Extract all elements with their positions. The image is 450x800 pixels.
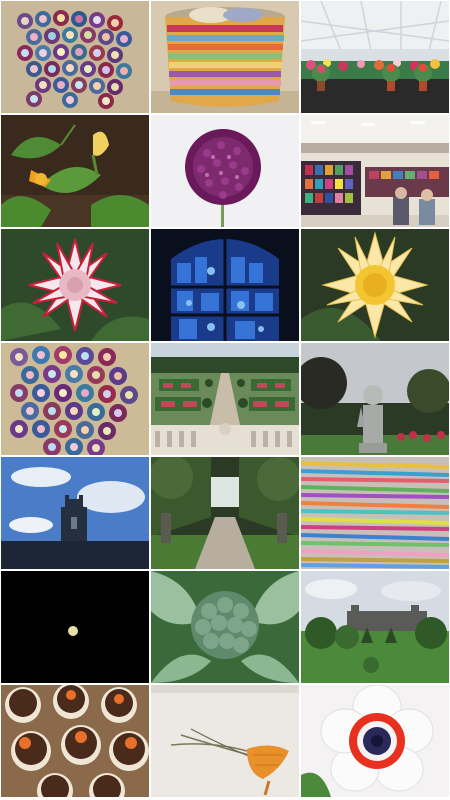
photo-formal-garden-terrace[interactable]	[151, 343, 299, 455]
photo-red-anemone[interactable]	[301, 685, 449, 797]
photo-crochet-hexagon-blanket[interactable]	[1, 343, 149, 455]
photo-carrot-on-hook[interactable]	[151, 685, 299, 797]
photo-crochet-hexagon-motifs[interactable]	[1, 1, 149, 113]
photo-tree-lined-avenue[interactable]	[151, 457, 299, 569]
photo-garden-statue[interactable]	[301, 343, 449, 455]
photo-yellow-dahlia[interactable]	[301, 229, 449, 341]
photo-blue-stained-glass[interactable]	[151, 229, 299, 341]
photo-moon-night-sky[interactable]	[1, 571, 149, 683]
photo-striped-crochet-basket[interactable]	[151, 1, 299, 113]
photo-mosaic	[0, 0, 450, 800]
photo-yarn-hall[interactable]	[301, 115, 449, 227]
photo-stately-home-park[interactable]	[301, 571, 449, 683]
photo-courgette-flower[interactable]	[1, 115, 149, 227]
photo-flower-show-marquee[interactable]	[301, 1, 449, 113]
photo-red-white-dahlia[interactable]	[1, 229, 149, 341]
photo-purple-allium[interactable]	[151, 115, 299, 227]
photo-broccoli-plant[interactable]	[151, 571, 299, 683]
photo-church-tower-sky[interactable]	[1, 457, 149, 569]
photo-colourful-sticks[interactable]	[301, 457, 449, 569]
photo-chocolate-cupcakes[interactable]	[1, 685, 149, 797]
